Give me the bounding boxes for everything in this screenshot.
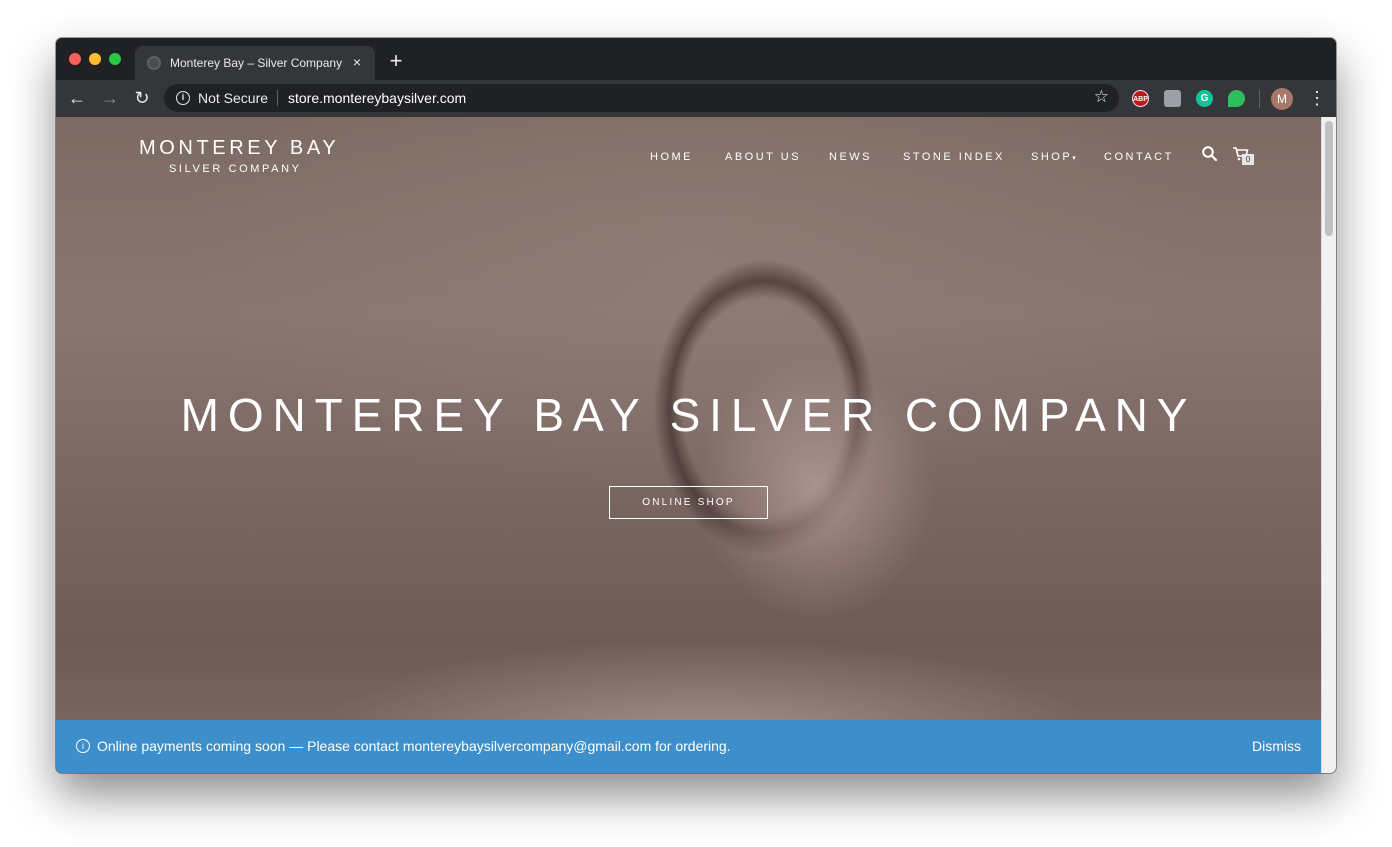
globe-icon xyxy=(147,56,161,70)
info-icon[interactable]: i xyxy=(176,91,190,105)
tab-title: Monterey Bay – Silver Company xyxy=(170,56,343,70)
url-text[interactable]: store.montereybaysilver.com xyxy=(288,90,466,106)
maximize-window-button[interactable] xyxy=(109,53,121,65)
scrollbar-thumb[interactable] xyxy=(1325,121,1333,236)
nav-contact[interactable]: CONTACT xyxy=(1104,150,1174,164)
close-window-button[interactable] xyxy=(69,53,81,65)
forward-button[interactable]: → xyxy=(99,88,121,108)
cart-count-badge: 0 xyxy=(1242,154,1254,165)
grammarly-icon[interactable]: G xyxy=(1196,90,1213,107)
chevron-down-icon: ▾ xyxy=(1072,155,1076,162)
page-scrollbar[interactable] xyxy=(1321,117,1336,773)
address-bar[interactable]: i Not Secure store.montereybaysilver.com… xyxy=(164,84,1119,112)
new-tab-button[interactable]: + xyxy=(386,50,406,72)
tab-bar: Monterey Bay – Silver Company × + xyxy=(56,38,1336,80)
online-shop-button[interactable]: ONLINE SHOP xyxy=(609,486,768,519)
store-notice-banner: i Online payments coming soon — Please c… xyxy=(56,720,1321,773)
security-status[interactable]: Not Secure xyxy=(198,90,268,106)
evernote-icon[interactable] xyxy=(1228,90,1245,107)
hero-background xyxy=(56,117,1321,773)
notice-text: Online payments coming soon — Please con… xyxy=(97,738,731,754)
close-tab-icon[interactable]: × xyxy=(349,54,365,70)
hero-title: MONTEREY BAY SILVER COMPANY xyxy=(180,389,1197,441)
info-icon: i xyxy=(76,739,90,753)
dismiss-link[interactable]: Dismiss xyxy=(1252,738,1301,754)
page-viewport: MONTEREY BAY SILVER COMPANY HOME ABOUT U… xyxy=(56,117,1321,773)
extension-puzzle-icon[interactable] xyxy=(1164,90,1181,107)
toolbar-divider xyxy=(1259,90,1260,108)
back-button[interactable]: ← xyxy=(66,88,88,108)
omnibox-divider xyxy=(277,90,278,106)
nav-news[interactable]: NEWS xyxy=(829,150,872,164)
nav-stone-index[interactable]: STONE INDEX xyxy=(903,150,1005,164)
nav-shop[interactable]: SHOP▾ xyxy=(1031,150,1076,166)
nav-about-us[interactable]: ABOUT US xyxy=(725,150,801,164)
bookmark-star-icon[interactable]: ☆ xyxy=(1094,88,1109,106)
tab-monterey-bay[interactable]: Monterey Bay – Silver Company × xyxy=(135,46,375,80)
reload-button[interactable]: ↻ xyxy=(131,88,153,108)
minimize-window-button[interactable] xyxy=(89,53,101,65)
site-logo-title[interactable]: MONTEREY BAY xyxy=(139,136,339,160)
nav-shop-label: SHOP xyxy=(1031,151,1073,163)
search-icon[interactable] xyxy=(1201,145,1219,163)
profile-avatar[interactable]: M xyxy=(1271,88,1293,110)
browser-menu-icon[interactable]: ⋮ xyxy=(1308,88,1326,108)
nav-home[interactable]: HOME xyxy=(650,150,693,164)
browser-window: Monterey Bay – Silver Company × + ← → ↻ … xyxy=(56,38,1336,773)
adblock-plus-icon[interactable]: ABP xyxy=(1132,90,1149,107)
site-logo-subtitle[interactable]: SILVER COMPANY xyxy=(169,162,302,176)
browser-toolbar: ← → ↻ i Not Secure store.montereybaysilv… xyxy=(56,80,1336,117)
